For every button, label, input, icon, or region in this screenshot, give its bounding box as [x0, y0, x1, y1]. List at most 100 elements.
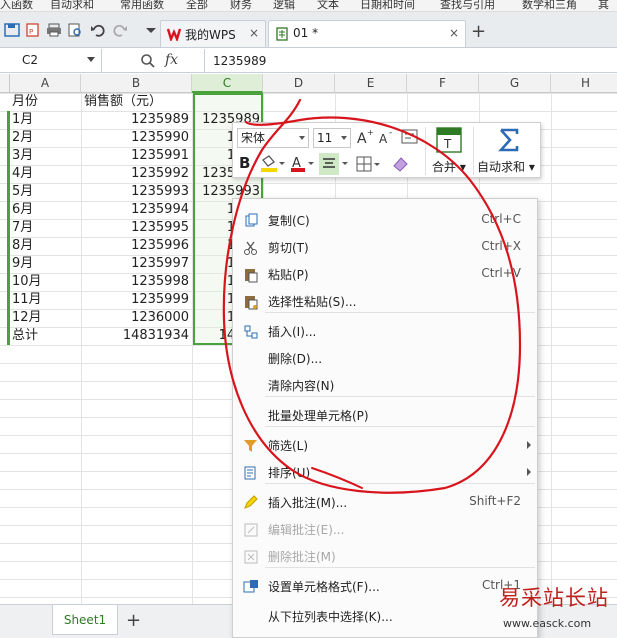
cell-b[interactable]: 1235996 — [81, 237, 192, 255]
menu-item[interactable]: 复制(C) Ctrl+C — [233, 207, 539, 234]
close-icon[interactable]: × — [449, 26, 459, 40]
search-icon[interactable] — [140, 53, 156, 69]
cell-b[interactable]: 1235998 — [81, 273, 192, 291]
ribbon-item[interactable]: 常用函数 — [120, 0, 164, 11]
menu-item[interactable]: 插入批注(M)... Shift+F2 — [233, 489, 539, 516]
redo-icon[interactable] — [112, 23, 128, 37]
menu-item[interactable]: 删除批注(M) — [233, 543, 539, 570]
autosum-button[interactable]: 自动求和 ▾ — [477, 158, 535, 175]
chevron-down-icon[interactable] — [143, 23, 159, 37]
increase-font-icon[interactable]: A + — [356, 128, 374, 146]
chevron-down-icon[interactable] — [87, 57, 95, 62]
cell-b[interactable]: 1235992 — [81, 165, 192, 183]
undo-icon[interactable] — [90, 23, 106, 37]
cell-b[interactable]: 1235990 — [81, 129, 192, 147]
menu-item[interactable]: 剪切(T) Ctrl+X — [233, 234, 539, 261]
tab-01[interactable]: 01 * × — [268, 20, 466, 47]
menu-item[interactable]: 插入(I)... — [233, 318, 539, 345]
name-box[interactable]: C2 — [0, 49, 102, 73]
cell-a[interactable]: 10月 — [12, 273, 80, 291]
font-size-select[interactable]: 11 — [313, 128, 351, 148]
font-color-icon[interactable]: A — [289, 154, 315, 174]
column-header-h[interactable]: H — [551, 74, 617, 93]
cell-a[interactable]: 2月 — [12, 129, 80, 147]
menu-item[interactable]: 清除内容(N) — [233, 372, 539, 399]
insert-function-button[interactable]: fx — [165, 52, 178, 68]
cell-a[interactable]: 6月 — [12, 201, 80, 219]
cell-a[interactable]: 5月 — [12, 183, 80, 201]
cell-b[interactable]: 14831934 — [81, 327, 192, 345]
menu-item[interactable]: 排序(U) — [233, 459, 539, 486]
ribbon-item[interactable]: 文本 — [317, 0, 339, 11]
decrease-font-icon[interactable]: A- — [378, 128, 396, 146]
menu-item[interactable]: 粘贴(P) Ctrl+V — [233, 261, 539, 288]
menu-item[interactable]: 筛选(L) — [233, 432, 539, 459]
cell-c[interactable] — [193, 93, 263, 111]
cell-b[interactable]: 1235989 — [81, 111, 192, 129]
watermark: 易采站长站 www.easck.com — [497, 582, 617, 638]
ribbon-item[interactable]: 逻辑 — [273, 0, 295, 11]
ribbon-item[interactable]: 自动求和 — [50, 0, 94, 11]
cell-a[interactable]: 9月 — [12, 255, 80, 273]
tab-my-wps[interactable]: 我的WPS × — [160, 20, 266, 47]
clear-format-icon[interactable] — [391, 154, 411, 174]
sheet-tab-sheet1[interactable]: Sheet1 — [52, 605, 118, 635]
print-icon[interactable] — [46, 23, 62, 37]
column-header-f[interactable]: F — [407, 74, 479, 93]
sigma-icon[interactable] — [497, 127, 521, 153]
merge-button[interactable]: 合并 ▾ — [432, 158, 466, 175]
formula-input[interactable]: 1235989 — [204, 49, 266, 73]
print-preview-icon[interactable] — [67, 23, 83, 37]
column-header-d[interactable]: D — [263, 74, 335, 93]
cell-a[interactable]: 3月 — [12, 147, 80, 165]
cell-b[interactable]: 1235994 — [81, 201, 192, 219]
cell-b[interactable]: 1235999 — [81, 291, 192, 309]
column-header-e[interactable]: E — [335, 74, 407, 93]
new-tab-button[interactable]: + — [471, 21, 486, 42]
cell-a[interactable]: 7月 — [12, 219, 80, 237]
ribbon-item[interactable]: 查找与引用 — [440, 0, 495, 11]
cell-b[interactable]: 1235991 — [81, 147, 192, 165]
font-name-select[interactable]: 宋体 — [237, 128, 309, 148]
menu-item[interactable]: 选择性粘贴(S)... — [233, 288, 539, 315]
fill-color-icon[interactable] — [259, 154, 285, 174]
select-all-corner[interactable] — [0, 74, 10, 93]
ribbon-item[interactable]: 日期和时间 — [360, 0, 415, 11]
ribbon-item[interactable]: 数学和三角 — [522, 0, 577, 11]
cell-a[interactable]: 总计 — [12, 327, 80, 345]
add-sheet-button[interactable]: + — [126, 610, 141, 631]
column-header-g[interactable]: G — [479, 74, 551, 93]
ribbon-item[interactable]: 入函数 — [0, 0, 33, 11]
align-center-icon[interactable] — [319, 153, 349, 175]
cell-a[interactable]: 4月 — [12, 165, 80, 183]
menu-item[interactable]: 编辑批注(E)... — [233, 516, 539, 543]
save-icon[interactable] — [4, 23, 20, 37]
bold-icon[interactable]: B — [239, 154, 250, 172]
export-pdf-icon[interactable]: P — [25, 23, 41, 37]
cell-a[interactable]: 月份 — [12, 93, 80, 111]
cell-b[interactable]: 1235997 — [81, 255, 192, 273]
wrap-text-icon[interactable] — [401, 128, 419, 146]
column-header-c[interactable]: C — [192, 74, 263, 93]
column-header-b[interactable]: B — [81, 74, 192, 93]
cell-a[interactable]: 11月 — [12, 291, 80, 309]
cell-b[interactable]: 销售额（元） — [84, 93, 192, 111]
menu-item[interactable]: 设置单元格格式(F)... Ctrl+1 — [233, 573, 539, 600]
cell-a[interactable]: 1月 — [12, 111, 80, 129]
cell-b[interactable]: 1235995 — [81, 219, 192, 237]
cell-a[interactable]: 8月 — [12, 237, 80, 255]
ribbon-item[interactable]: 全部 — [186, 0, 208, 11]
merge-cells-icon[interactable]: T — [436, 127, 462, 153]
menu-item-label: 清除内容(N) — [268, 379, 335, 393]
menu-item[interactable]: 删除(D)... — [233, 345, 539, 372]
menu-item[interactable]: 批量处理单元格(P) — [233, 402, 539, 429]
ribbon-item[interactable]: 其 — [598, 0, 609, 11]
close-icon[interactable]: × — [249, 26, 259, 40]
cell-a[interactable]: 12月 — [12, 309, 80, 327]
cell-b[interactable]: 1236000 — [81, 309, 192, 327]
ribbon-item[interactable]: 财务 — [230, 0, 252, 11]
cell-b[interactable]: 1235993 — [81, 183, 192, 201]
column-header-a[interactable]: A — [10, 74, 81, 93]
borders-icon[interactable] — [355, 154, 381, 174]
menu-item[interactable]: 从下拉列表中选择(K)... — [233, 603, 539, 630]
